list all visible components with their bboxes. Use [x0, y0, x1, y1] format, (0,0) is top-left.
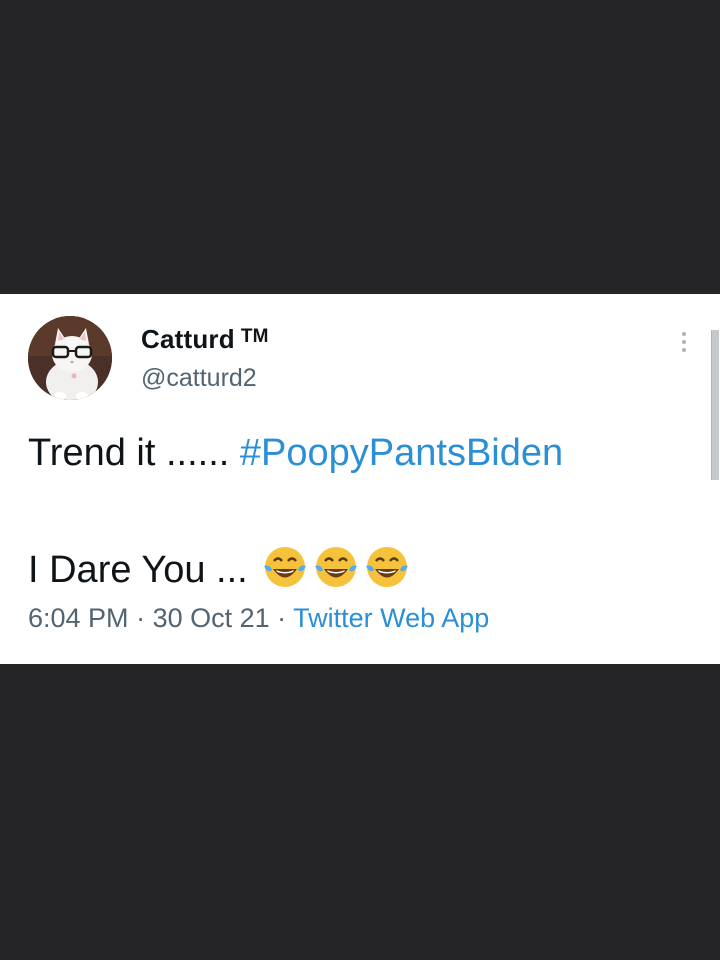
display-name-text: Catturd	[141, 324, 235, 354]
tweet-text: Trend it ......	[28, 432, 240, 474]
source-app-link[interactable]: Twitter Web App	[293, 603, 489, 633]
face-with-tears-of-joy-icon	[315, 547, 358, 587]
display-name[interactable]: Catturd TM	[141, 324, 269, 355]
separator: ·	[128, 603, 153, 633]
tweet-time[interactable]: 6:04 PM	[28, 603, 129, 633]
face-with-tears-of-joy-icon	[264, 547, 307, 587]
screenshot-page: Catturd TM @catturd2 Trend it ...... #Poo…	[0, 0, 720, 960]
avatar[interactable]	[28, 316, 112, 400]
emoji-group	[262, 544, 415, 600]
face-with-tears-of-joy-icon	[366, 547, 409, 587]
tweet-text-line-1: Trend it ...... #PoopyPantsBiden	[28, 432, 563, 475]
more-options-icon[interactable]	[676, 332, 692, 360]
tweet-text: I Dare You ...	[28, 549, 259, 591]
separator: ·	[269, 603, 294, 633]
trademark-label: TM	[240, 326, 269, 347]
tweet-text-line-2: I Dare You ...	[28, 544, 415, 600]
cat-avatar-image	[28, 316, 112, 400]
user-handle[interactable]: @catturd2	[141, 364, 257, 393]
scrollbar[interactable]	[711, 330, 719, 480]
tweet-date[interactable]: 30 Oct 21	[153, 603, 270, 633]
tweet-meta: 6:04 PM · 30 Oct 21 · Twitter Web App	[28, 603, 489, 634]
tweet-card: Catturd TM @catturd2 Trend it ...... #Poo…	[0, 294, 720, 664]
hashtag-link[interactable]: #PoopyPantsBiden	[240, 432, 563, 474]
